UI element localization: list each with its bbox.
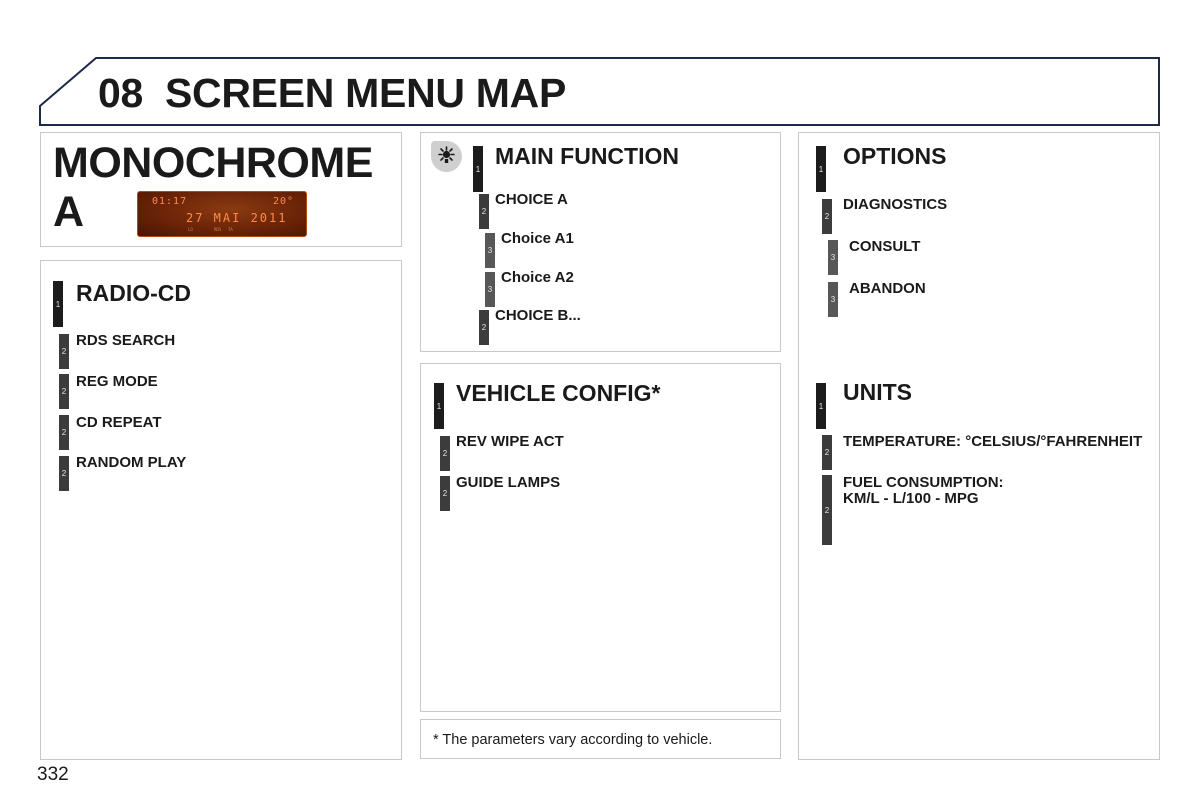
level-marker: 3 — [828, 240, 838, 275]
light-bulb-icon — [431, 141, 462, 172]
lcd-indicator: TA — [228, 227, 233, 232]
menu-heading: VEHICLE CONFIG* — [456, 380, 661, 406]
vehicle-config-panel: 1 VEHICLE CONFIG* 2 REV WIPE ACT 2 GUIDE… — [420, 363, 781, 712]
lcd-indicator: RDS — [214, 227, 222, 232]
menu-heading: MAIN FUNCTION — [495, 143, 679, 169]
level-marker: 2 — [59, 374, 69, 409]
level-marker: 1 — [816, 146, 826, 192]
page-title: 08 SCREEN MENU MAP — [98, 70, 566, 117]
menu-item: Choice A2 — [501, 269, 574, 286]
level-marker: 2 — [440, 436, 450, 471]
level-marker: 1 — [434, 383, 444, 429]
menu-item: DIAGNOSTICS — [843, 196, 948, 213]
menu-item: Choice A1 — [501, 230, 574, 247]
menu-item: TEMPERATURE: °CELSIUS/°FAHRENHEIT — [843, 433, 1143, 450]
footnote-text: * The parameters vary according to vehic… — [433, 732, 713, 748]
monochrome-panel: MONOCHROME A 01:17 20° 27 MAI 2011 LO RD… — [40, 132, 402, 247]
lcd-indicator: LO — [188, 227, 193, 232]
menu-item: REG MODE — [76, 373, 158, 390]
level-marker: 3 — [485, 233, 495, 268]
menu-item: CONSULT — [849, 238, 921, 255]
lcd-date: 27 MAI 2011 — [186, 211, 288, 225]
level-marker: 2 — [59, 456, 69, 491]
options-units-panel: 1 OPTIONS 2 DIAGNOSTICS 3 CONSULT 3 ABAN… — [798, 132, 1160, 760]
level-marker: 2 — [440, 476, 450, 511]
level-marker: 3 — [485, 272, 495, 307]
menu-heading: OPTIONS — [843, 143, 947, 169]
menu-item-line: FUEL CONSUMPTION: — [843, 474, 1004, 491]
chapter-header: 08 SCREEN MENU MAP — [0, 0, 1200, 130]
radio-cd-panel: 1 RADIO-CD 2 RDS SEARCH 2 REG MODE 2 CD … — [40, 260, 402, 760]
level-marker: 2 — [59, 334, 69, 369]
menu-item: CHOICE A — [495, 191, 568, 208]
menu-item-line: KM/L - L/100 - MPG — [843, 490, 979, 507]
menu-item: CD REPEAT — [76, 414, 162, 431]
menu-item: CHOICE B... — [495, 307, 581, 324]
chapter-number: 08 — [98, 70, 144, 116]
menu-item: REV WIPE ACT — [456, 433, 564, 450]
lcd-display-image: 01:17 20° 27 MAI 2011 LO RDS TA — [137, 191, 307, 237]
menu-item: FUEL CONSUMPTION: KM/L - L/100 - MPG — [843, 475, 1004, 507]
level-marker: 2 — [59, 415, 69, 450]
level-marker: 2 — [822, 475, 832, 545]
level-marker: 2 — [479, 310, 489, 345]
level-marker: 1 — [473, 146, 483, 192]
menu-item: ABANDON — [849, 280, 926, 297]
chapter-title: SCREEN MENU MAP — [165, 70, 566, 116]
level-marker: 2 — [822, 199, 832, 234]
page-number: 332 — [37, 764, 69, 785]
level-marker: 2 — [822, 435, 832, 470]
lcd-temperature: 20° — [272, 196, 294, 207]
menu-item: GUIDE LAMPS — [456, 474, 561, 491]
lcd-time: 01:17 — [152, 196, 188, 207]
menu-heading: UNITS — [843, 379, 912, 405]
level-marker: 3 — [828, 282, 838, 317]
menu-item: RANDOM PLAY — [76, 454, 187, 471]
main-function-panel: 1 MAIN FUNCTION 2 CHOICE A 3 Choice A1 3… — [420, 132, 781, 352]
level-marker: 1 — [53, 281, 63, 327]
menu-heading: RADIO-CD — [76, 280, 191, 306]
footnote-panel: * The parameters vary according to vehic… — [420, 719, 781, 759]
menu-item: RDS SEARCH — [76, 332, 176, 349]
level-marker: 2 — [479, 194, 489, 229]
level-marker: 1 — [816, 383, 826, 429]
